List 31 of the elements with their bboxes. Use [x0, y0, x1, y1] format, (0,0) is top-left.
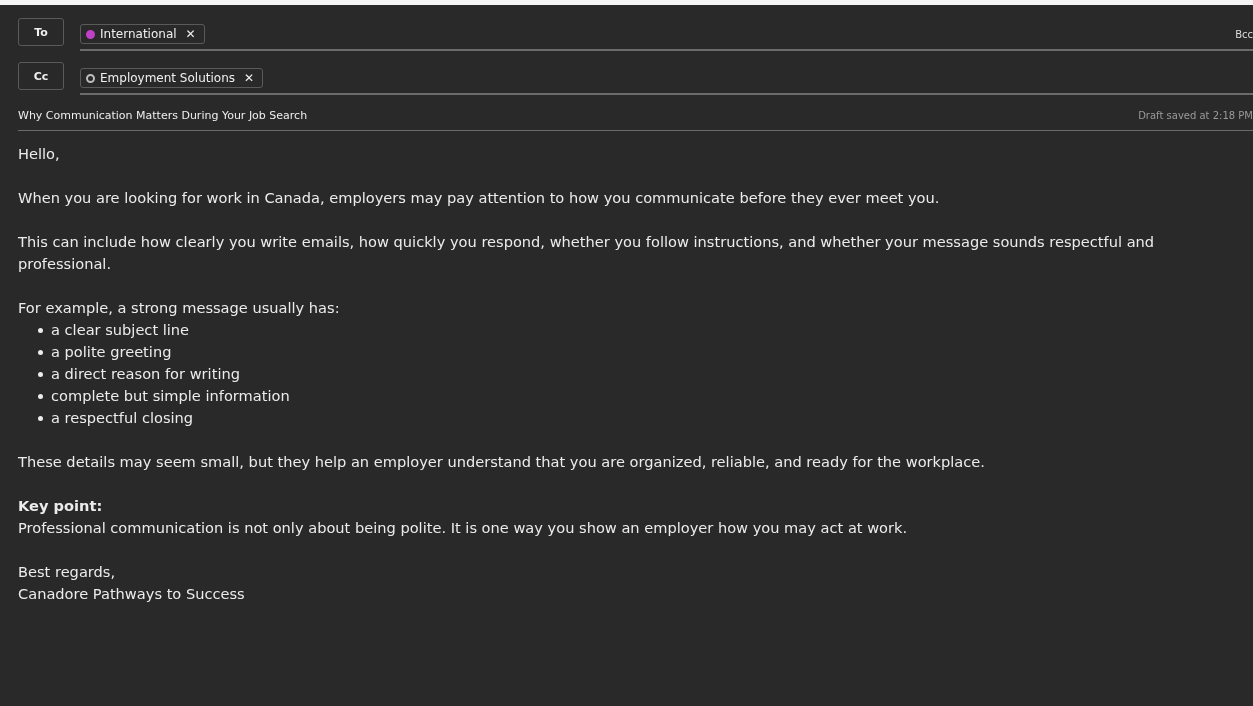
- signature-line: Best regards,: [18, 562, 117, 582]
- to-field[interactable]: International ✕ Bcc: [80, 25, 1253, 51]
- recipient-chip[interactable]: International ✕: [80, 24, 205, 44]
- body-paragraph: Professional communication is not only about being polite. It is one way you show an employer how you may act at work.: [18, 518, 909, 538]
- bcc-link[interactable]: Bcc: [1235, 28, 1253, 40]
- bullet-icon: [38, 327, 43, 333]
- bullet-icon: [38, 393, 43, 399]
- bullet-icon: [38, 349, 43, 355]
- remove-icon[interactable]: ✕: [244, 71, 255, 85]
- list-item: complete but simple information: [51, 386, 290, 406]
- list-item: a polite greeting: [51, 342, 172, 362]
- bullet-icon: [38, 415, 43, 421]
- bullet-icon: [38, 371, 43, 377]
- list-item: a clear subject line: [51, 320, 190, 340]
- list-item: a respectful closing: [51, 408, 194, 428]
- body-paragraph: Hello,: [18, 144, 61, 164]
- body-paragraph: When you are looking for work in Canada, employers may pay attention to how you communicate before they ever meet you.: [18, 188, 941, 208]
- cc-button[interactable]: Cc: [18, 62, 64, 90]
- remove-icon[interactable]: ✕: [185, 27, 196, 41]
- subject-field[interactable]: Why Communication Matters During Your Job Search Draft saved at 2:18 PM: [18, 107, 1253, 131]
- body-paragraph: This can include how clearly you write emails, how quickly you respond, whether you follow instructions, and whether your message sounds respectful and professional.: [18, 232, 1156, 274]
- key-point-heading: Key point:: [18, 496, 104, 516]
- list-item: a direct reason for writing: [51, 364, 240, 384]
- recipient-chip[interactable]: Employment Solutions ✕: [80, 68, 264, 88]
- body-paragraph: For example, a strong message usually has:: [18, 298, 341, 318]
- signature-line: Canadore Pathways to Success: [18, 584, 246, 604]
- subject-text: Why Communication Matters During Your Job Search: [18, 109, 308, 122]
- to-button[interactable]: To: [18, 18, 64, 46]
- draft-status: Draft saved at 2:18 PM: [1138, 110, 1253, 121]
- cc-field[interactable]: Employment Solutions ✕: [80, 69, 1253, 95]
- body-paragraph: These details may seem small, but they help an employer understand that you are organized, reliable, and ready for the workplace.: [18, 452, 986, 472]
